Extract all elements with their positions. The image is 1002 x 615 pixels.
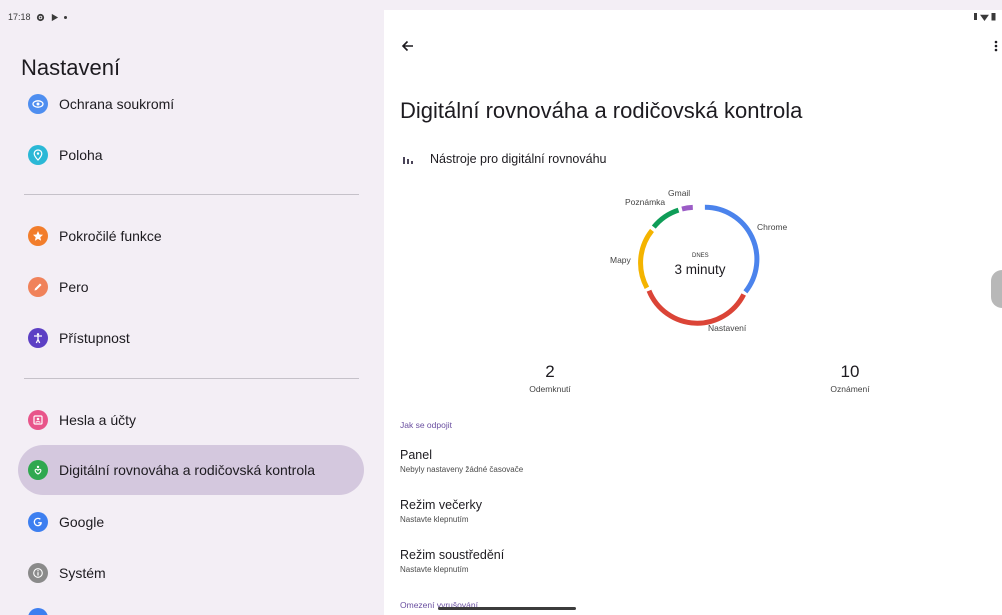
list-item-dashboard[interactable]: Panel Nebyly nastaveny žádné časovače	[400, 448, 960, 474]
vibrate-icon	[974, 13, 977, 20]
segment-chrome	[704, 204, 760, 294]
menu-item-label: Ochrana soukromí	[59, 96, 175, 112]
notifications-stat[interactable]: 10 Oznámení	[805, 362, 895, 394]
notifications-label: Oznámení	[830, 384, 870, 394]
unlocks-label: Odemknutí	[529, 384, 571, 394]
menu-item-label: Pokročilé funkce	[59, 228, 162, 244]
section-disconnect-header: Jak se odpojit	[400, 420, 452, 430]
menu-item-system[interactable]: Systém	[18, 548, 364, 598]
eye-icon	[28, 94, 48, 114]
usage-donut-chart[interactable]: DNES 3 minuty Gmail Poznámka Chrome Mapy…	[564, 180, 834, 345]
divider	[24, 194, 359, 195]
play-store-icon	[51, 13, 58, 21]
arrow-back-icon	[401, 40, 413, 52]
unlocks-stat[interactable]: 2 Odemknutí	[505, 362, 595, 394]
list-item-subtitle: Nastavte klepnutím	[400, 565, 469, 574]
segment-mapy	[638, 228, 654, 289]
menu-item-accessibility[interactable]: Přístupnost	[18, 313, 364, 363]
segment-nastaveni	[646, 289, 746, 326]
chart-label-chrome: Chrome	[757, 222, 788, 232]
menu-item-label: Poloha	[59, 147, 103, 163]
menu-item-privacy[interactable]: Ochrana soukromí	[18, 79, 364, 129]
segment-gmail	[681, 204, 693, 212]
digital-wellbeing-icon	[28, 460, 48, 480]
accessibility-icon	[28, 328, 48, 348]
notification-dot	[63, 15, 67, 19]
chart-label-gmail: Gmail	[668, 188, 691, 198]
location-pin-icon	[28, 145, 48, 165]
chart-center-value: 3 minuty	[674, 262, 726, 277]
menu-item-label: Hesla a účty	[59, 412, 137, 428]
menu-item-passwords-accounts[interactable]: Hesla a účty	[18, 395, 364, 445]
menu-item-label: Pero	[59, 279, 89, 295]
menu-item-advanced-features[interactable]: Pokročilé funkce	[18, 211, 364, 261]
chart-label-poznamka: Poznámka	[625, 197, 666, 207]
menu-item-label: Digitální rovnováha a rodičovská kontrol…	[59, 462, 316, 478]
chart-label-mapy: Mapy	[610, 255, 631, 265]
side-panel-handle[interactable]	[991, 270, 1002, 308]
star-icon	[28, 226, 48, 246]
list-item-title: Panel	[400, 448, 432, 462]
menu-item-digital-wellbeing[interactable]: Digitální rovnováha a rodičovská kontrol…	[18, 445, 364, 495]
menu-item-label: Systém	[59, 565, 106, 581]
chart-label-nastaveni: Nastavení	[708, 323, 747, 333]
gesture-nav-handle[interactable]	[438, 607, 576, 610]
segment-poznamka	[651, 207, 680, 229]
settings-title: Nastavení	[21, 55, 121, 80]
list-item-title: Režim soustředění	[400, 548, 505, 562]
wellbeing-tools-label: Nástroje pro digitální rovnováhu	[430, 152, 607, 166]
status-bar: 17:18	[0, 0, 1002, 24]
more-options-button[interactable]	[992, 38, 1000, 54]
menu-item-pen[interactable]: Pero	[18, 262, 364, 312]
bar-chart-icon	[403, 157, 413, 164]
notifications-count: 10	[840, 362, 860, 381]
account-box-icon	[28, 410, 48, 430]
detail-pane: Digitální rovnováha a rodičovská kontrol…	[384, 10, 1002, 615]
pen-icon	[28, 277, 48, 297]
menu-item-label: Google	[59, 514, 105, 530]
info-icon	[28, 563, 48, 583]
battery-icon	[991, 13, 996, 21]
unlocks-count: 2	[545, 362, 555, 381]
gear-icon	[36, 13, 44, 21]
list-item-subtitle: Nebyly nastaveny žádné časovače	[400, 465, 524, 474]
menu-item-google[interactable]: Google	[18, 497, 364, 547]
back-button[interactable]	[398, 36, 418, 56]
wifi-icon	[980, 14, 989, 21]
page-title: Digitální rovnováha a rodičovská kontrol…	[400, 98, 803, 123]
settings-list-pane: Nastavení Ochrana soukromí Poloha Pokroč…	[0, 0, 384, 615]
divider	[24, 378, 359, 379]
more-vert-icon	[994, 40, 998, 52]
menu-item-label: Přístupnost	[59, 330, 130, 346]
list-item-title: Režim večerky	[400, 498, 482, 512]
status-time: 17:18	[8, 12, 31, 22]
list-item-bedtime-mode[interactable]: Režim večerky Nastavte klepnutím	[400, 498, 960, 524]
chart-center-caption: DNES	[692, 253, 709, 259]
list-item-focus-mode[interactable]: Režim soustředění Nastavte klepnutím	[400, 548, 960, 574]
menu-item-location[interactable]: Poloha	[18, 130, 364, 180]
google-icon	[28, 512, 48, 532]
partial-menu-icon	[28, 608, 48, 615]
list-item-subtitle: Nastavte klepnutím	[400, 515, 469, 524]
